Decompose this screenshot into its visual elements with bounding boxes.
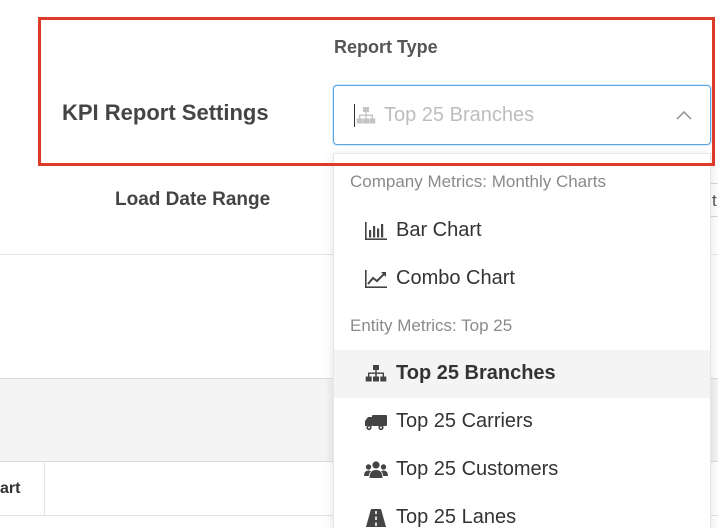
bar-chart-icon	[365, 222, 387, 240]
load-date-range-input-text: t	[712, 191, 717, 210]
road-icon	[366, 509, 386, 527]
option-top-25-branches[interactable]: Top 25 Branches	[334, 350, 710, 398]
sitemap-icon	[365, 365, 387, 382]
option-label: Combo Chart	[396, 267, 515, 289]
group-label-company-metrics: Company Metrics: Monthly Charts	[350, 172, 607, 191]
option-top-25-carriers[interactable]: Top 25 Carriers	[334, 398, 710, 446]
table-column-separator	[44, 461, 45, 515]
option-top-25-customers[interactable]: Top 25 Customers	[334, 446, 710, 494]
report-type-select[interactable]: Top 25 Branches	[333, 85, 711, 145]
option-label: Top 25 Customers	[396, 458, 559, 480]
group-label-entity-metrics: Entity Metrics: Top 25	[350, 316, 513, 335]
load-date-range-label: Load Date Range	[115, 189, 271, 210]
report-type-dropdown: Company Metrics: Monthly Charts Bar Char…	[333, 153, 711, 528]
option-bar-chart[interactable]: Bar Chart	[334, 207, 710, 255]
option-top-25-lanes[interactable]: Top 25 Lanes	[334, 494, 710, 528]
report-type-label: Report Type	[334, 37, 438, 57]
option-label: Top 25 Lanes	[396, 506, 517, 528]
line-chart-icon	[365, 270, 387, 288]
kpi-report-settings-page: art t Report Type KPI Report Settings Lo…	[0, 0, 718, 528]
option-combo-chart[interactable]: Combo Chart	[334, 255, 710, 303]
page-title: KPI Report Settings	[62, 100, 269, 125]
table-column-header-chart: art	[0, 480, 21, 497]
report-type-select-value: Top 25 Branches	[384, 104, 535, 126]
text-cursor	[354, 104, 355, 127]
sitemap-icon	[356, 107, 376, 124]
chevron-up-icon[interactable]	[675, 108, 693, 122]
truck-icon	[365, 415, 387, 431]
option-label: Top 25 Branches	[396, 362, 556, 384]
users-icon	[364, 461, 388, 478]
option-label: Bar Chart	[396, 219, 482, 241]
option-label: Top 25 Carriers	[396, 410, 533, 432]
